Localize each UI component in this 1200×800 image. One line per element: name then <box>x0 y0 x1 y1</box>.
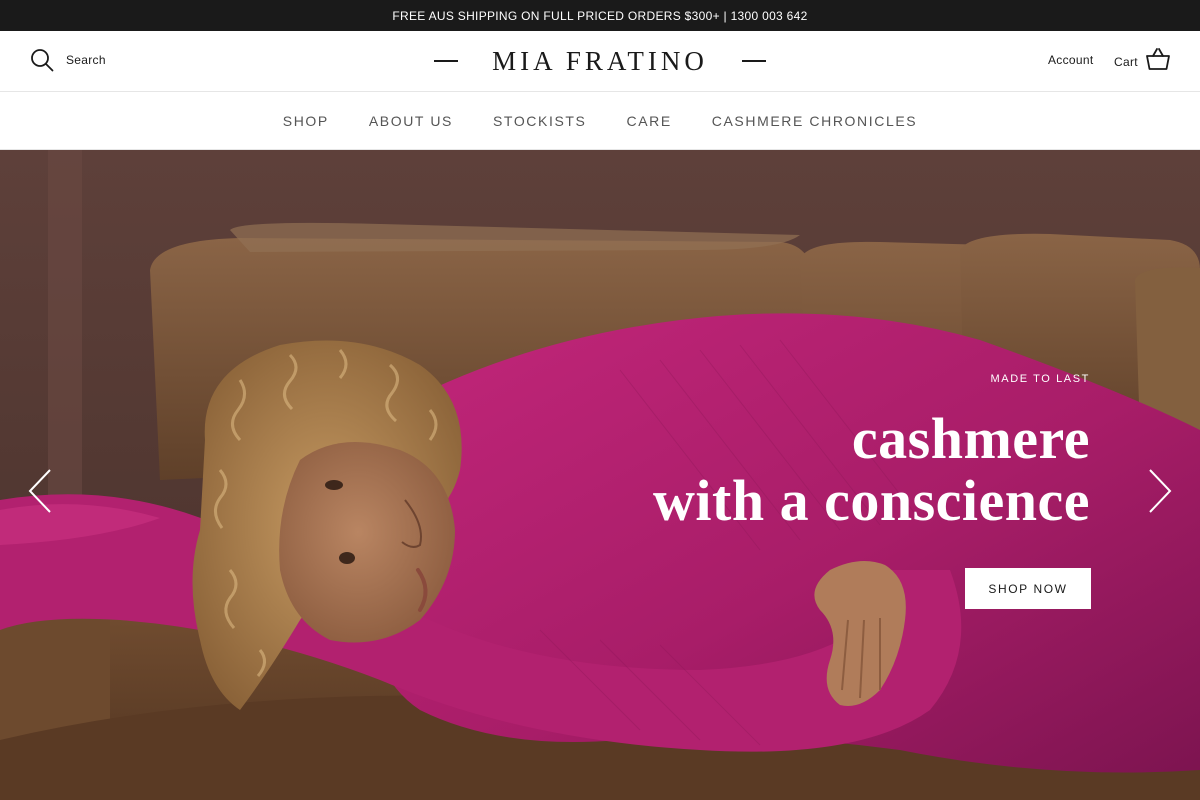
hero-title-line-2: with a conscience <box>653 468 1090 533</box>
hero-title-line-1: cashmere <box>851 406 1090 471</box>
logo-text: MIA FRATINO <box>492 45 708 76</box>
shop-now-button[interactable]: SHOP NOW <box>965 568 1091 609</box>
account-link[interactable]: Account <box>1048 53 1093 67</box>
hero-slideshow: MADE TO LAST cashmere with a conscience … <box>0 150 1200 800</box>
search-icon <box>30 48 54 72</box>
cart-label: Cart <box>1114 54 1138 69</box>
main-nav: SHOP ABOUT US STOCKISTS CARE CASHMERE CH… <box>0 92 1200 150</box>
logo-dash-left <box>434 60 458 62</box>
search-label: Search <box>66 53 106 67</box>
logo-dash-right <box>742 60 766 62</box>
hero-eyebrow: MADE TO LAST <box>990 373 1090 385</box>
site-logo[interactable]: MIA FRATINO <box>434 45 766 77</box>
nav-item-about-us[interactable]: ABOUT US <box>369 113 453 129</box>
announcement-text: FREE AUS SHIPPING ON FULL PRICED ORDERS … <box>392 8 808 23</box>
nav-item-care[interactable]: CARE <box>626 113 671 129</box>
nav-item-stockists[interactable]: STOCKISTS <box>493 113 587 129</box>
hero-title: cashmere with a conscience <box>653 408 1090 532</box>
basket-icon <box>1145 48 1170 75</box>
search-button[interactable]: Search <box>30 48 106 72</box>
chevron-right-icon[interactable] <box>1146 468 1174 514</box>
chevron-left-icon[interactable] <box>26 468 54 514</box>
cart-button[interactable]: Cart <box>1114 48 1170 75</box>
nav-item-cashmere-chronicles[interactable]: CASHMERE CHRONICLES <box>712 113 917 129</box>
site-header: Search MIA FRATINO Account Cart <box>0 31 1200 92</box>
nav-item-shop[interactable]: SHOP <box>283 113 329 129</box>
announcement-bar: FREE AUS SHIPPING ON FULL PRICED ORDERS … <box>0 0 1200 31</box>
